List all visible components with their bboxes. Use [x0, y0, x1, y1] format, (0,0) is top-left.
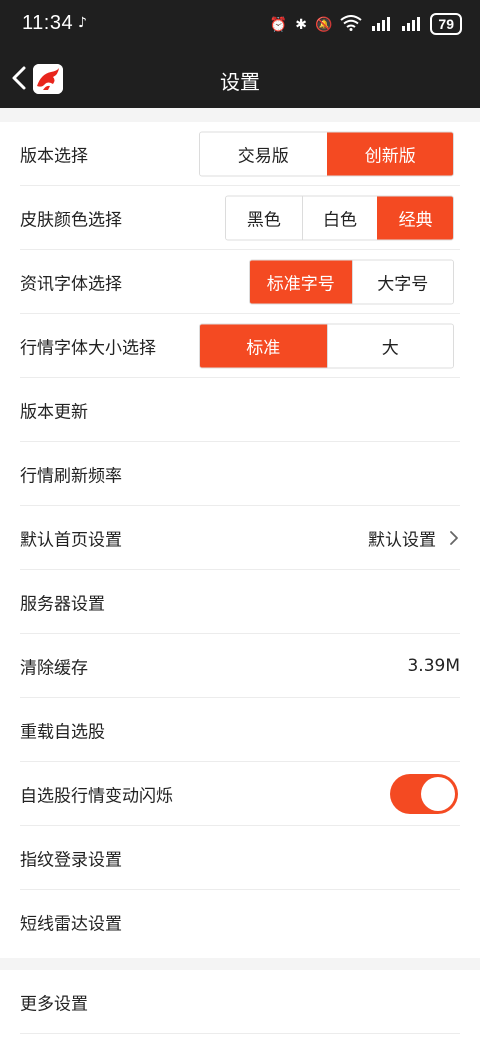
row-update[interactable]: 版本更新	[0, 378, 480, 442]
settings-group-more: 更多设置	[0, 970, 480, 1058]
reload-label: 重载自选股	[20, 722, 105, 743]
signal-icon-1	[370, 15, 392, 34]
version-option-innovation[interactable]: 创新版	[326, 132, 453, 176]
news-font-segmented: 标准字号 大字号	[249, 259, 454, 305]
row-radar[interactable]: 短线雷达设置	[0, 890, 480, 954]
skin-option-white[interactable]: 白色	[301, 196, 378, 240]
market-font-option-standard[interactable]: 标准	[200, 324, 327, 368]
market-font-segmented: 标准 大	[199, 323, 454, 369]
row-flash: 自选股行情变动闪烁	[0, 762, 480, 826]
cache-label: 清除缓存	[20, 658, 88, 679]
radar-label: 短线雷达设置	[20, 914, 122, 935]
row-cache[interactable]: 清除缓存 3.39M	[0, 634, 480, 698]
toggle-knob	[421, 777, 455, 811]
skin-option-classic[interactable]: 经典	[377, 196, 453, 240]
status-icons: ⏰ ✱ 🔕 79	[270, 13, 462, 35]
row-fingerprint[interactable]: 指纹登录设置	[0, 826, 480, 890]
row-refresh[interactable]: 行情刷新频率	[0, 442, 480, 506]
row-reload[interactable]: 重载自选股	[0, 698, 480, 762]
server-label: 服务器设置	[20, 594, 105, 615]
tiktok-icon: ♪	[78, 15, 87, 31]
alarm-icon: ⏰	[269, 15, 288, 32]
row-news-font: 资讯字体选择 标准字号 大字号	[0, 250, 480, 314]
news-font-label: 资讯字体选择	[20, 274, 122, 295]
news-font-option-large[interactable]: 大字号	[351, 260, 453, 304]
row-skin: 皮肤颜色选择 黑色 白色 经典	[0, 186, 480, 250]
signal-icon-2	[400, 15, 422, 34]
status-bar: 11:34 ♪ ⏰ ✱ 🔕 79	[0, 0, 480, 50]
cache-size: 3.39M	[407, 656, 460, 676]
skin-segmented: 黑色 白色 经典	[225, 195, 454, 241]
skin-option-black[interactable]: 黑色	[226, 196, 302, 240]
market-font-label: 行情字体大小选择	[20, 338, 156, 359]
mute-icon: 🔕	[314, 15, 333, 32]
settings-group-main: 版本选择 交易版 创新版 皮肤颜色选择 黑色 白色 经典 资讯字体选择 标准字号…	[0, 122, 480, 958]
market-font-option-large[interactable]: 大	[326, 324, 453, 368]
news-font-option-standard[interactable]: 标准字号	[250, 260, 352, 304]
skin-label: 皮肤颜色选择	[20, 210, 122, 231]
row-version: 版本选择 交易版 创新版	[0, 122, 480, 186]
row-homepage[interactable]: 默认首页设置 默认设置	[0, 506, 480, 570]
nav-bar: 设置	[0, 50, 480, 108]
version-label: 版本选择	[20, 146, 88, 167]
flash-label: 自选股行情变动闪烁	[20, 786, 173, 807]
version-option-trade[interactable]: 交易版	[200, 132, 327, 176]
row-more[interactable]: 更多设置	[0, 970, 480, 1034]
refresh-label: 行情刷新频率	[20, 466, 122, 487]
row-server[interactable]: 服务器设置	[0, 570, 480, 634]
version-segmented: 交易版 创新版	[199, 131, 454, 177]
row-market-font: 行情字体大小选择 标准 大	[0, 314, 480, 378]
page-title: 设置	[220, 70, 260, 94]
homepage-label: 默认首页设置	[20, 530, 122, 551]
more-label: 更多设置	[20, 994, 88, 1015]
wifi-icon	[340, 14, 363, 34]
status-time: 11:34	[22, 12, 74, 34]
homepage-value: 默认设置	[368, 530, 436, 551]
bluetooth-icon: ✱	[295, 15, 307, 32]
battery-icon: 79	[430, 13, 462, 35]
fingerprint-label: 指纹登录设置	[20, 850, 122, 871]
divider	[20, 1033, 460, 1034]
update-label: 版本更新	[20, 402, 88, 423]
settings-content: 版本选择 交易版 创新版 皮肤颜色选择 黑色 白色 经典 资讯字体选择 标准字号…	[0, 108, 480, 1058]
flash-toggle[interactable]	[390, 774, 458, 814]
chevron-right-icon	[448, 529, 460, 547]
